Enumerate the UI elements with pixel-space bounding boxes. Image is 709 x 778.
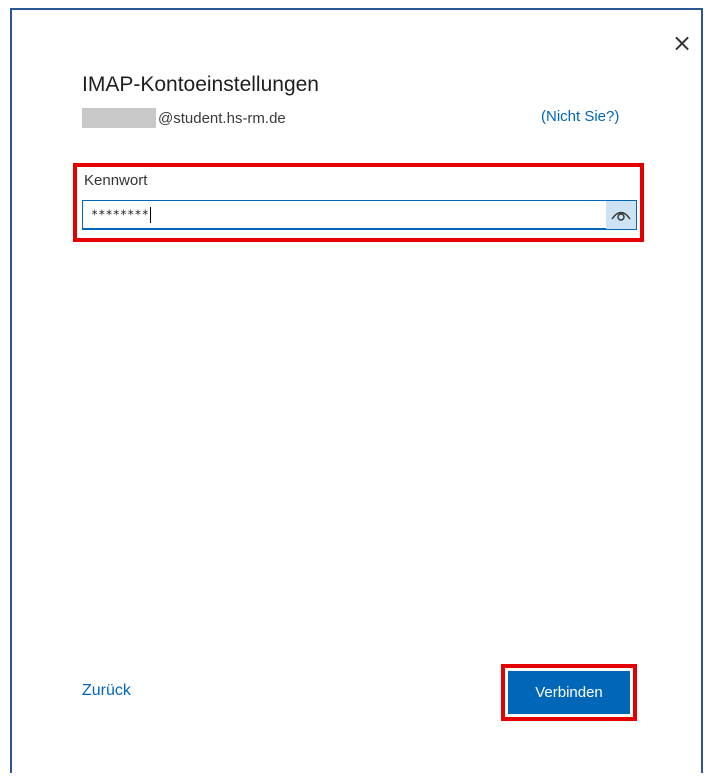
password-input-area[interactable]: ********	[83, 202, 606, 228]
dialog-title: IMAP-Kontoeinstellungen	[82, 73, 319, 96]
password-value: ********	[91, 206, 151, 223]
redacted-username	[82, 108, 156, 128]
password-label: Kennwort	[84, 172, 148, 189]
eye-icon	[611, 211, 631, 221]
reveal-password-button[interactable]	[606, 200, 636, 229]
account-identity: @student.hs-rm.de	[82, 107, 286, 129]
back-link[interactable]: Zurück	[82, 682, 131, 700]
close-button[interactable]: ×	[671, 29, 693, 57]
account-domain: @student.hs-rm.de	[158, 109, 286, 127]
close-icon: ×	[671, 29, 693, 57]
password-field[interactable]: ********	[82, 200, 637, 230]
text-caret	[149, 206, 151, 223]
not-you-link[interactable]: (Nicht Sie?)	[541, 108, 619, 125]
connect-button[interactable]: Verbinden	[508, 671, 630, 714]
